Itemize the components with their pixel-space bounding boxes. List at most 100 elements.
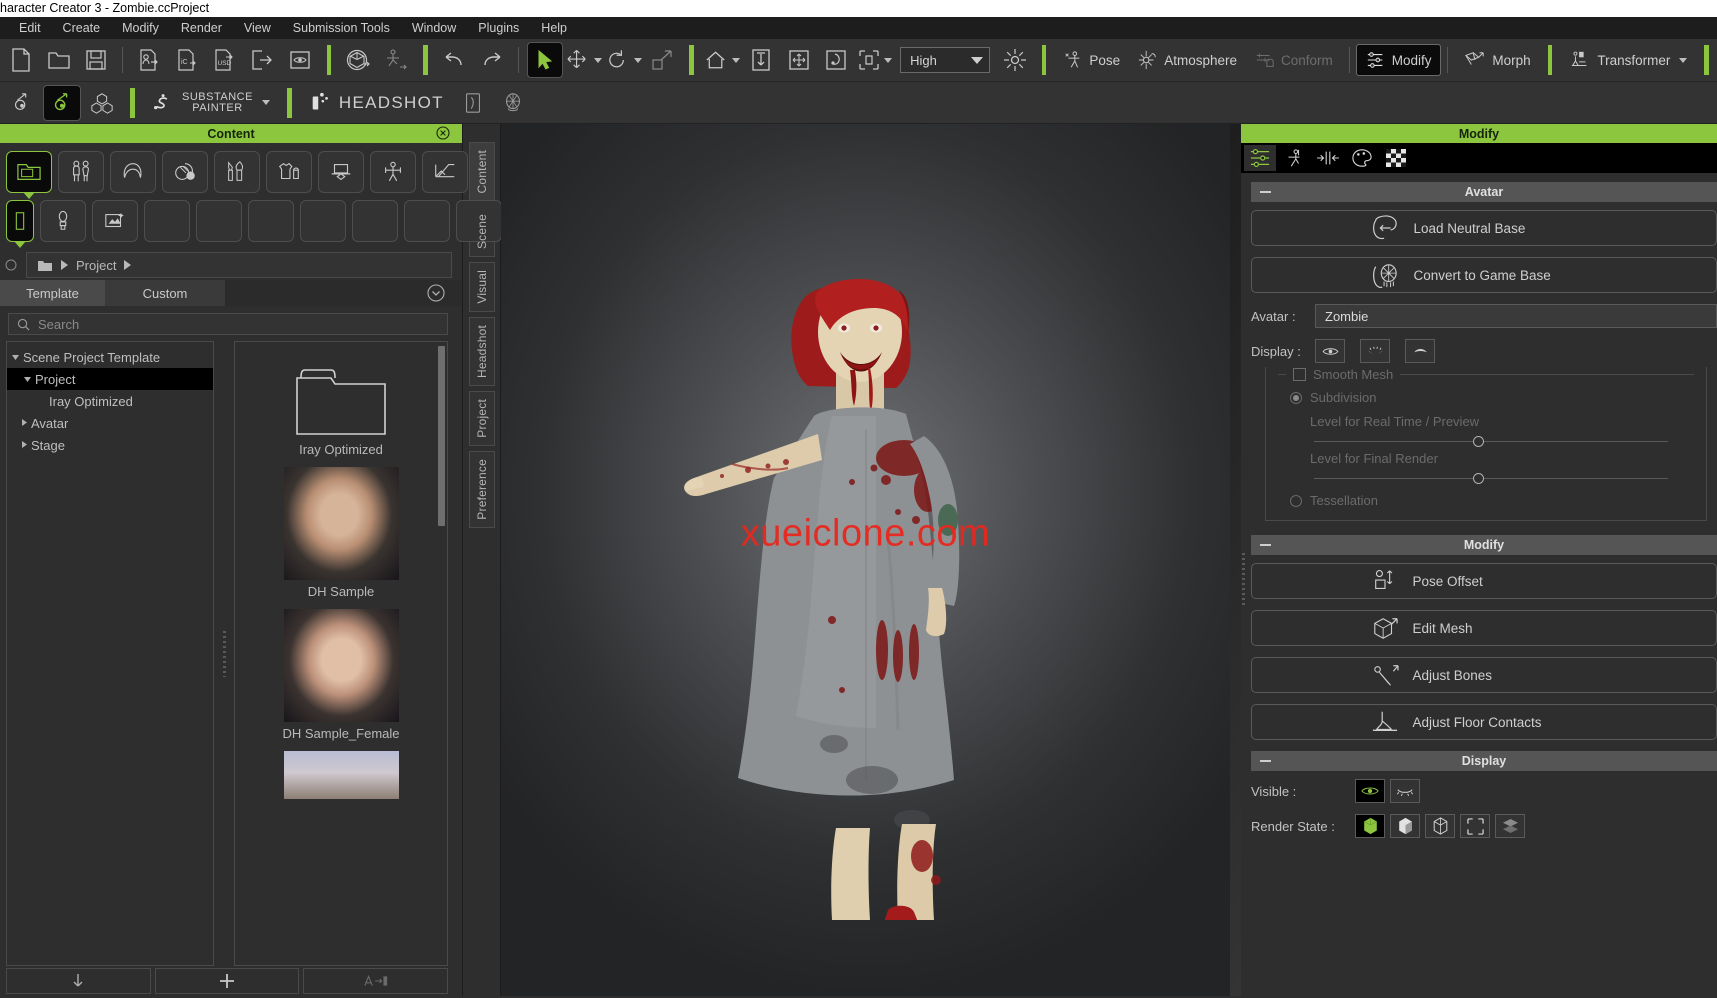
category-hair-icon[interactable] [110,151,156,193]
chevron-circle-icon[interactable] [427,284,445,302]
category-motion-icon[interactable] [92,200,138,242]
display-eyelash-icon[interactable] [1360,339,1390,363]
edit-mesh-button[interactable]: Edit Mesh [1251,610,1717,646]
tree-node-iray-optimized[interactable]: Iray Optimized [7,390,213,412]
tessellation-radio[interactable] [1290,494,1302,507]
morph-mode-button[interactable]: Morph [1455,45,1539,75]
vtab-visual[interactable]: Visual [468,262,495,313]
pose-mode-button[interactable]: Pose [1054,45,1129,75]
scale-tool-icon[interactable] [646,43,680,77]
substance-painter-button[interactable]: SUBSTANCE PAINTER [143,88,279,118]
section-header-modify[interactable]: Modify [1251,535,1717,555]
vtab-headshot[interactable]: Headshot [468,317,495,387]
avatar-render[interactable] [636,220,1096,920]
expand-triangle-icon[interactable] [9,353,23,361]
menu-item-help[interactable]: Help [530,17,578,39]
panel-splitter[interactable] [220,341,228,966]
category-slot-4[interactable] [144,200,190,242]
category-pose-icon[interactable] [370,151,416,193]
preview-icon[interactable] [283,43,317,77]
category-body-icon[interactable] [58,151,104,193]
tree-node-avatar[interactable]: Avatar [7,412,213,434]
menu-item-render[interactable]: Render [170,17,233,39]
search-input[interactable] [38,316,439,332]
category-slot-5[interactable] [196,200,242,242]
vtab-content[interactable]: Content [468,142,495,202]
home-view-icon[interactable] [704,43,740,77]
thumbnail-item-iray-optimized[interactable]: Iray Optimized [235,342,447,467]
category-cloth-icon[interactable] [266,151,312,193]
expand-triangle-icon[interactable] [21,375,35,383]
collapse-icon[interactable] [1260,191,1271,193]
export-icon[interactable] [245,43,279,77]
vtab-preference[interactable]: Preference [468,450,495,528]
menu-item-modify[interactable]: Modify [111,17,170,39]
category-slot-9[interactable] [404,200,450,242]
section-header-display[interactable]: Display [1251,751,1717,771]
menu-item-view[interactable]: View [233,17,282,39]
tree-node-project[interactable]: Project [7,368,213,390]
export-usd-icon[interactable]: USD [208,43,242,77]
shaded-cube-icon[interactable] [1390,814,1420,838]
category-makeup-icon[interactable] [214,151,260,193]
collapse-icon[interactable] [1260,760,1271,762]
render-quality-select[interactable]: High [900,47,991,73]
3d-exchange-icon[interactable] [84,86,120,120]
transformer-mode-button[interactable]: Transformer [1560,45,1696,75]
undo-icon[interactable] [438,43,472,77]
vtab-project[interactable]: Project [468,391,495,446]
headshot-button[interactable]: HEADSHOT [300,88,453,118]
menu-item-edit[interactable]: Edit [8,17,52,39]
category-slot-6[interactable] [248,200,294,242]
wireframe-cube-icon[interactable] [1425,814,1455,838]
category-prop-icon[interactable] [318,151,364,193]
level-final-slider[interactable] [1314,473,1668,484]
modify-tab-pose-adjust-icon[interactable] [1278,145,1310,171]
category-skin-icon[interactable] [162,151,208,193]
iclone-live-link-icon[interactable] [43,84,81,121]
tree-node-stage[interactable]: Stage [7,434,213,456]
adjust-bones-button[interactable]: Adjust Bones [1251,657,1717,693]
import-character-icon[interactable] [132,43,166,77]
subdivision-radio[interactable] [1290,391,1302,404]
category-scene-icon[interactable] [422,151,468,193]
apply-icon[interactable] [303,968,449,994]
load-neutral-base-button[interactable]: Load Neutral Base [1251,210,1717,246]
3d-viewport[interactable]: xueiclone.com [501,124,1230,996]
breadcrumb[interactable]: Project [26,252,452,278]
thumbnail-image[interactable] [283,751,399,799]
category-slot-8[interactable] [352,200,398,242]
photo-fit-icon[interactable] [455,86,491,120]
tree-node-scene-project-template[interactable]: Scene Project Template [7,346,213,368]
solid-cube-icon[interactable] [1355,814,1385,838]
category-project-icon[interactable] [6,151,52,199]
3d-object-icon[interactable] [341,43,375,77]
eye-open-icon[interactable] [1355,779,1385,803]
thumbnail-item-4[interactable] [235,751,447,799]
thumbnail-item-dh-sample[interactable]: DH Sample [235,467,447,609]
adjust-floor-contacts-button[interactable]: Adjust Floor Contacts [1251,704,1717,740]
breadcrumb-path-segment[interactable]: Project [76,258,116,273]
object-view-icon[interactable] [819,43,853,77]
add-icon[interactable] [154,968,300,994]
head-mesh-icon[interactable] [495,86,531,120]
eye-closed-icon[interactable] [1390,779,1420,803]
redo-icon[interactable] [475,43,509,77]
modify-mode-button[interactable]: Modify [1355,44,1442,76]
category-material-icon[interactable] [6,200,34,248]
thumbnail-image[interactable] [283,467,399,580]
thumbnail-item-dh-sample-female[interactable]: DH Sample_Female [235,609,447,751]
modify-tab-material-palette-icon[interactable] [1346,145,1378,171]
tab-custom[interactable]: Custom [105,280,225,306]
modify-tab-sliders-icon[interactable] [1244,145,1276,171]
bbox-icon[interactable] [1460,814,1490,838]
tab-template[interactable]: Template [0,280,105,306]
collapse-triangle-icon[interactable] [17,419,31,427]
frame-view-icon[interactable] [857,43,893,77]
breadcrumb-back-icon[interactable] [4,259,18,271]
search-box[interactable] [8,313,448,335]
thumbnail-image[interactable] [283,609,399,722]
convert-to-game-base-button[interactable]: Convert to Game Base [1251,257,1717,293]
flat-cube-icon[interactable] [1495,814,1525,838]
collapse-icon[interactable] [1260,544,1271,546]
